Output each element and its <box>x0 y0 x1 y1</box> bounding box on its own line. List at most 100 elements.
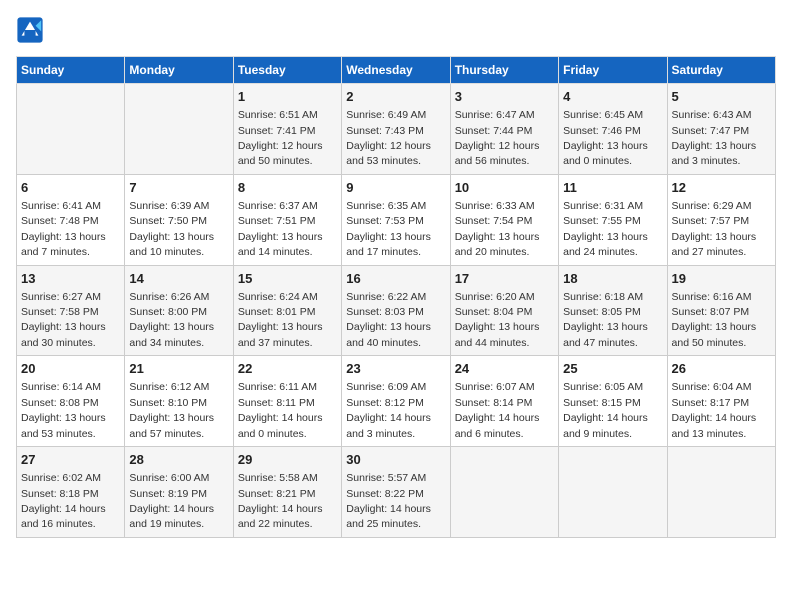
day-number: 16 <box>346 270 445 288</box>
day-cell: 14 Sunrise: 6:26 AMSunset: 8:00 PMDayligh… <box>125 265 233 356</box>
day-number: 7 <box>129 179 228 197</box>
cell-content: Sunrise: 6:12 AMSunset: 8:10 PMDaylight:… <box>129 381 214 439</box>
day-cell: 26 Sunrise: 6:04 AMSunset: 8:17 PMDayligh… <box>667 356 775 447</box>
day-cell: 27 Sunrise: 6:02 AMSunset: 8:18 PMDayligh… <box>17 447 125 538</box>
cell-content: Sunrise: 6:02 AMSunset: 8:18 PMDaylight:… <box>21 472 106 530</box>
cell-content: Sunrise: 6:09 AMSunset: 8:12 PMDaylight:… <box>346 381 431 439</box>
day-number: 27 <box>21 451 120 469</box>
day-number: 12 <box>672 179 771 197</box>
calendar-table: SundayMondayTuesdayWednesdayThursdayFrid… <box>16 56 776 538</box>
logo-icon <box>16 16 44 44</box>
cell-content: Sunrise: 6:39 AMSunset: 7:50 PMDaylight:… <box>129 200 214 258</box>
cell-content: Sunrise: 6:49 AMSunset: 7:43 PMDaylight:… <box>346 109 431 167</box>
day-cell: 9 Sunrise: 6:35 AMSunset: 7:53 PMDaylight… <box>342 174 450 265</box>
week-row-5: 27 Sunrise: 6:02 AMSunset: 8:18 PMDayligh… <box>17 447 776 538</box>
day-number: 20 <box>21 360 120 378</box>
day-cell: 30Sunrise: 5:57 AMSunset: 8:22 PMDayligh… <box>342 447 450 538</box>
cell-content: Sunrise: 6:41 AMSunset: 7:48 PMDaylight:… <box>21 200 106 258</box>
header-cell-friday: Friday <box>559 57 667 84</box>
day-cell <box>125 84 233 175</box>
day-cell: 17 Sunrise: 6:20 AMSunset: 8:04 PMDayligh… <box>450 265 558 356</box>
day-cell: 25 Sunrise: 6:05 AMSunset: 8:15 PMDayligh… <box>559 356 667 447</box>
day-cell: 23 Sunrise: 6:09 AMSunset: 8:12 PMDayligh… <box>342 356 450 447</box>
day-number: 11 <box>563 179 662 197</box>
cell-content: Sunrise: 6:18 AMSunset: 8:05 PMDaylight:… <box>563 291 648 349</box>
day-cell: 8 Sunrise: 6:37 AMSunset: 7:51 PMDaylight… <box>233 174 341 265</box>
day-number: 6 <box>21 179 120 197</box>
day-cell: 7 Sunrise: 6:39 AMSunset: 7:50 PMDaylight… <box>125 174 233 265</box>
week-row-2: 6 Sunrise: 6:41 AMSunset: 7:48 PMDaylight… <box>17 174 776 265</box>
cell-content: Sunrise: 6:27 AMSunset: 7:58 PMDaylight:… <box>21 291 106 349</box>
day-number: 14 <box>129 270 228 288</box>
day-number: 17 <box>455 270 554 288</box>
day-number: 1 <box>238 88 337 106</box>
week-row-1: 1Sunrise: 6:51 AMSunset: 7:41 PMDaylight… <box>17 84 776 175</box>
day-number: 25 <box>563 360 662 378</box>
day-cell: 10Sunrise: 6:33 AMSunset: 7:54 PMDayligh… <box>450 174 558 265</box>
day-cell: 12 Sunrise: 6:29 AMSunset: 7:57 PMDayligh… <box>667 174 775 265</box>
day-number: 26 <box>672 360 771 378</box>
day-cell: 11Sunrise: 6:31 AMSunset: 7:55 PMDayligh… <box>559 174 667 265</box>
day-cell: 28Sunrise: 6:00 AMSunset: 8:19 PMDayligh… <box>125 447 233 538</box>
cell-content: Sunrise: 6:05 AMSunset: 8:15 PMDaylight:… <box>563 381 648 439</box>
cell-content: Sunrise: 6:35 AMSunset: 7:53 PMDaylight:… <box>346 200 431 258</box>
header-cell-monday: Monday <box>125 57 233 84</box>
cell-content: Sunrise: 6:00 AMSunset: 8:19 PMDaylight:… <box>129 472 214 530</box>
cell-content: Sunrise: 6:07 AMSunset: 8:14 PMDaylight:… <box>455 381 540 439</box>
day-cell: 18 Sunrise: 6:18 AMSunset: 8:05 PMDayligh… <box>559 265 667 356</box>
header-cell-sunday: Sunday <box>17 57 125 84</box>
day-number: 19 <box>672 270 771 288</box>
day-cell: 6 Sunrise: 6:41 AMSunset: 7:48 PMDaylight… <box>17 174 125 265</box>
day-cell: 5Sunrise: 6:43 AMSunset: 7:47 PMDaylight… <box>667 84 775 175</box>
cell-content: Sunrise: 6:26 AMSunset: 8:00 PMDaylight:… <box>129 291 214 349</box>
day-cell <box>450 447 558 538</box>
day-cell <box>559 447 667 538</box>
cell-content: Sunrise: 6:14 AMSunset: 8:08 PMDaylight:… <box>21 381 106 439</box>
page-header <box>16 16 776 44</box>
day-number: 4 <box>563 88 662 106</box>
day-cell <box>667 447 775 538</box>
day-number: 18 <box>563 270 662 288</box>
day-cell: 16Sunrise: 6:22 AMSunset: 8:03 PMDayligh… <box>342 265 450 356</box>
header-cell-tuesday: Tuesday <box>233 57 341 84</box>
day-cell: 19 Sunrise: 6:16 AMSunset: 8:07 PMDayligh… <box>667 265 775 356</box>
day-cell: 22Sunrise: 6:11 AMSunset: 8:11 PMDayligh… <box>233 356 341 447</box>
day-number: 24 <box>455 360 554 378</box>
cell-content: Sunrise: 6:04 AMSunset: 8:17 PMDaylight:… <box>672 381 757 439</box>
day-cell: 13Sunrise: 6:27 AMSunset: 7:58 PMDayligh… <box>17 265 125 356</box>
logo <box>16 16 48 44</box>
header-cell-thursday: Thursday <box>450 57 558 84</box>
cell-content: Sunrise: 5:58 AMSunset: 8:21 PMDaylight:… <box>238 472 323 530</box>
day-cell: 3 Sunrise: 6:47 AMSunset: 7:44 PMDaylight… <box>450 84 558 175</box>
day-number: 5 <box>672 88 771 106</box>
cell-content: Sunrise: 6:29 AMSunset: 7:57 PMDaylight:… <box>672 200 757 258</box>
calendar-body: 1Sunrise: 6:51 AMSunset: 7:41 PMDaylight… <box>17 84 776 538</box>
day-cell: 15Sunrise: 6:24 AMSunset: 8:01 PMDayligh… <box>233 265 341 356</box>
day-number: 15 <box>238 270 337 288</box>
cell-content: Sunrise: 6:47 AMSunset: 7:44 PMDaylight:… <box>455 109 540 167</box>
day-number: 29 <box>238 451 337 469</box>
day-cell: 20 Sunrise: 6:14 AMSunset: 8:08 PMDayligh… <box>17 356 125 447</box>
day-number: 30 <box>346 451 445 469</box>
day-number: 9 <box>346 179 445 197</box>
day-cell: 1Sunrise: 6:51 AMSunset: 7:41 PMDaylight… <box>233 84 341 175</box>
header-row: SundayMondayTuesdayWednesdayThursdayFrid… <box>17 57 776 84</box>
day-number: 2 <box>346 88 445 106</box>
week-row-3: 13Sunrise: 6:27 AMSunset: 7:58 PMDayligh… <box>17 265 776 356</box>
cell-content: Sunrise: 6:37 AMSunset: 7:51 PMDaylight:… <box>238 200 323 258</box>
day-number: 22 <box>238 360 337 378</box>
day-number: 3 <box>455 88 554 106</box>
header-cell-saturday: Saturday <box>667 57 775 84</box>
day-number: 21 <box>129 360 228 378</box>
day-cell: 4 Sunrise: 6:45 AMSunset: 7:46 PMDaylight… <box>559 84 667 175</box>
cell-content: Sunrise: 6:20 AMSunset: 8:04 PMDaylight:… <box>455 291 540 349</box>
day-number: 8 <box>238 179 337 197</box>
cell-content: Sunrise: 6:16 AMSunset: 8:07 PMDaylight:… <box>672 291 757 349</box>
cell-content: Sunrise: 6:45 AMSunset: 7:46 PMDaylight:… <box>563 109 648 167</box>
week-row-4: 20 Sunrise: 6:14 AMSunset: 8:08 PMDayligh… <box>17 356 776 447</box>
day-cell: 24 Sunrise: 6:07 AMSunset: 8:14 PMDayligh… <box>450 356 558 447</box>
calendar-header: SundayMondayTuesdayWednesdayThursdayFrid… <box>17 57 776 84</box>
day-number: 23 <box>346 360 445 378</box>
cell-content: Sunrise: 6:33 AMSunset: 7:54 PMDaylight:… <box>455 200 540 258</box>
header-cell-wednesday: Wednesday <box>342 57 450 84</box>
